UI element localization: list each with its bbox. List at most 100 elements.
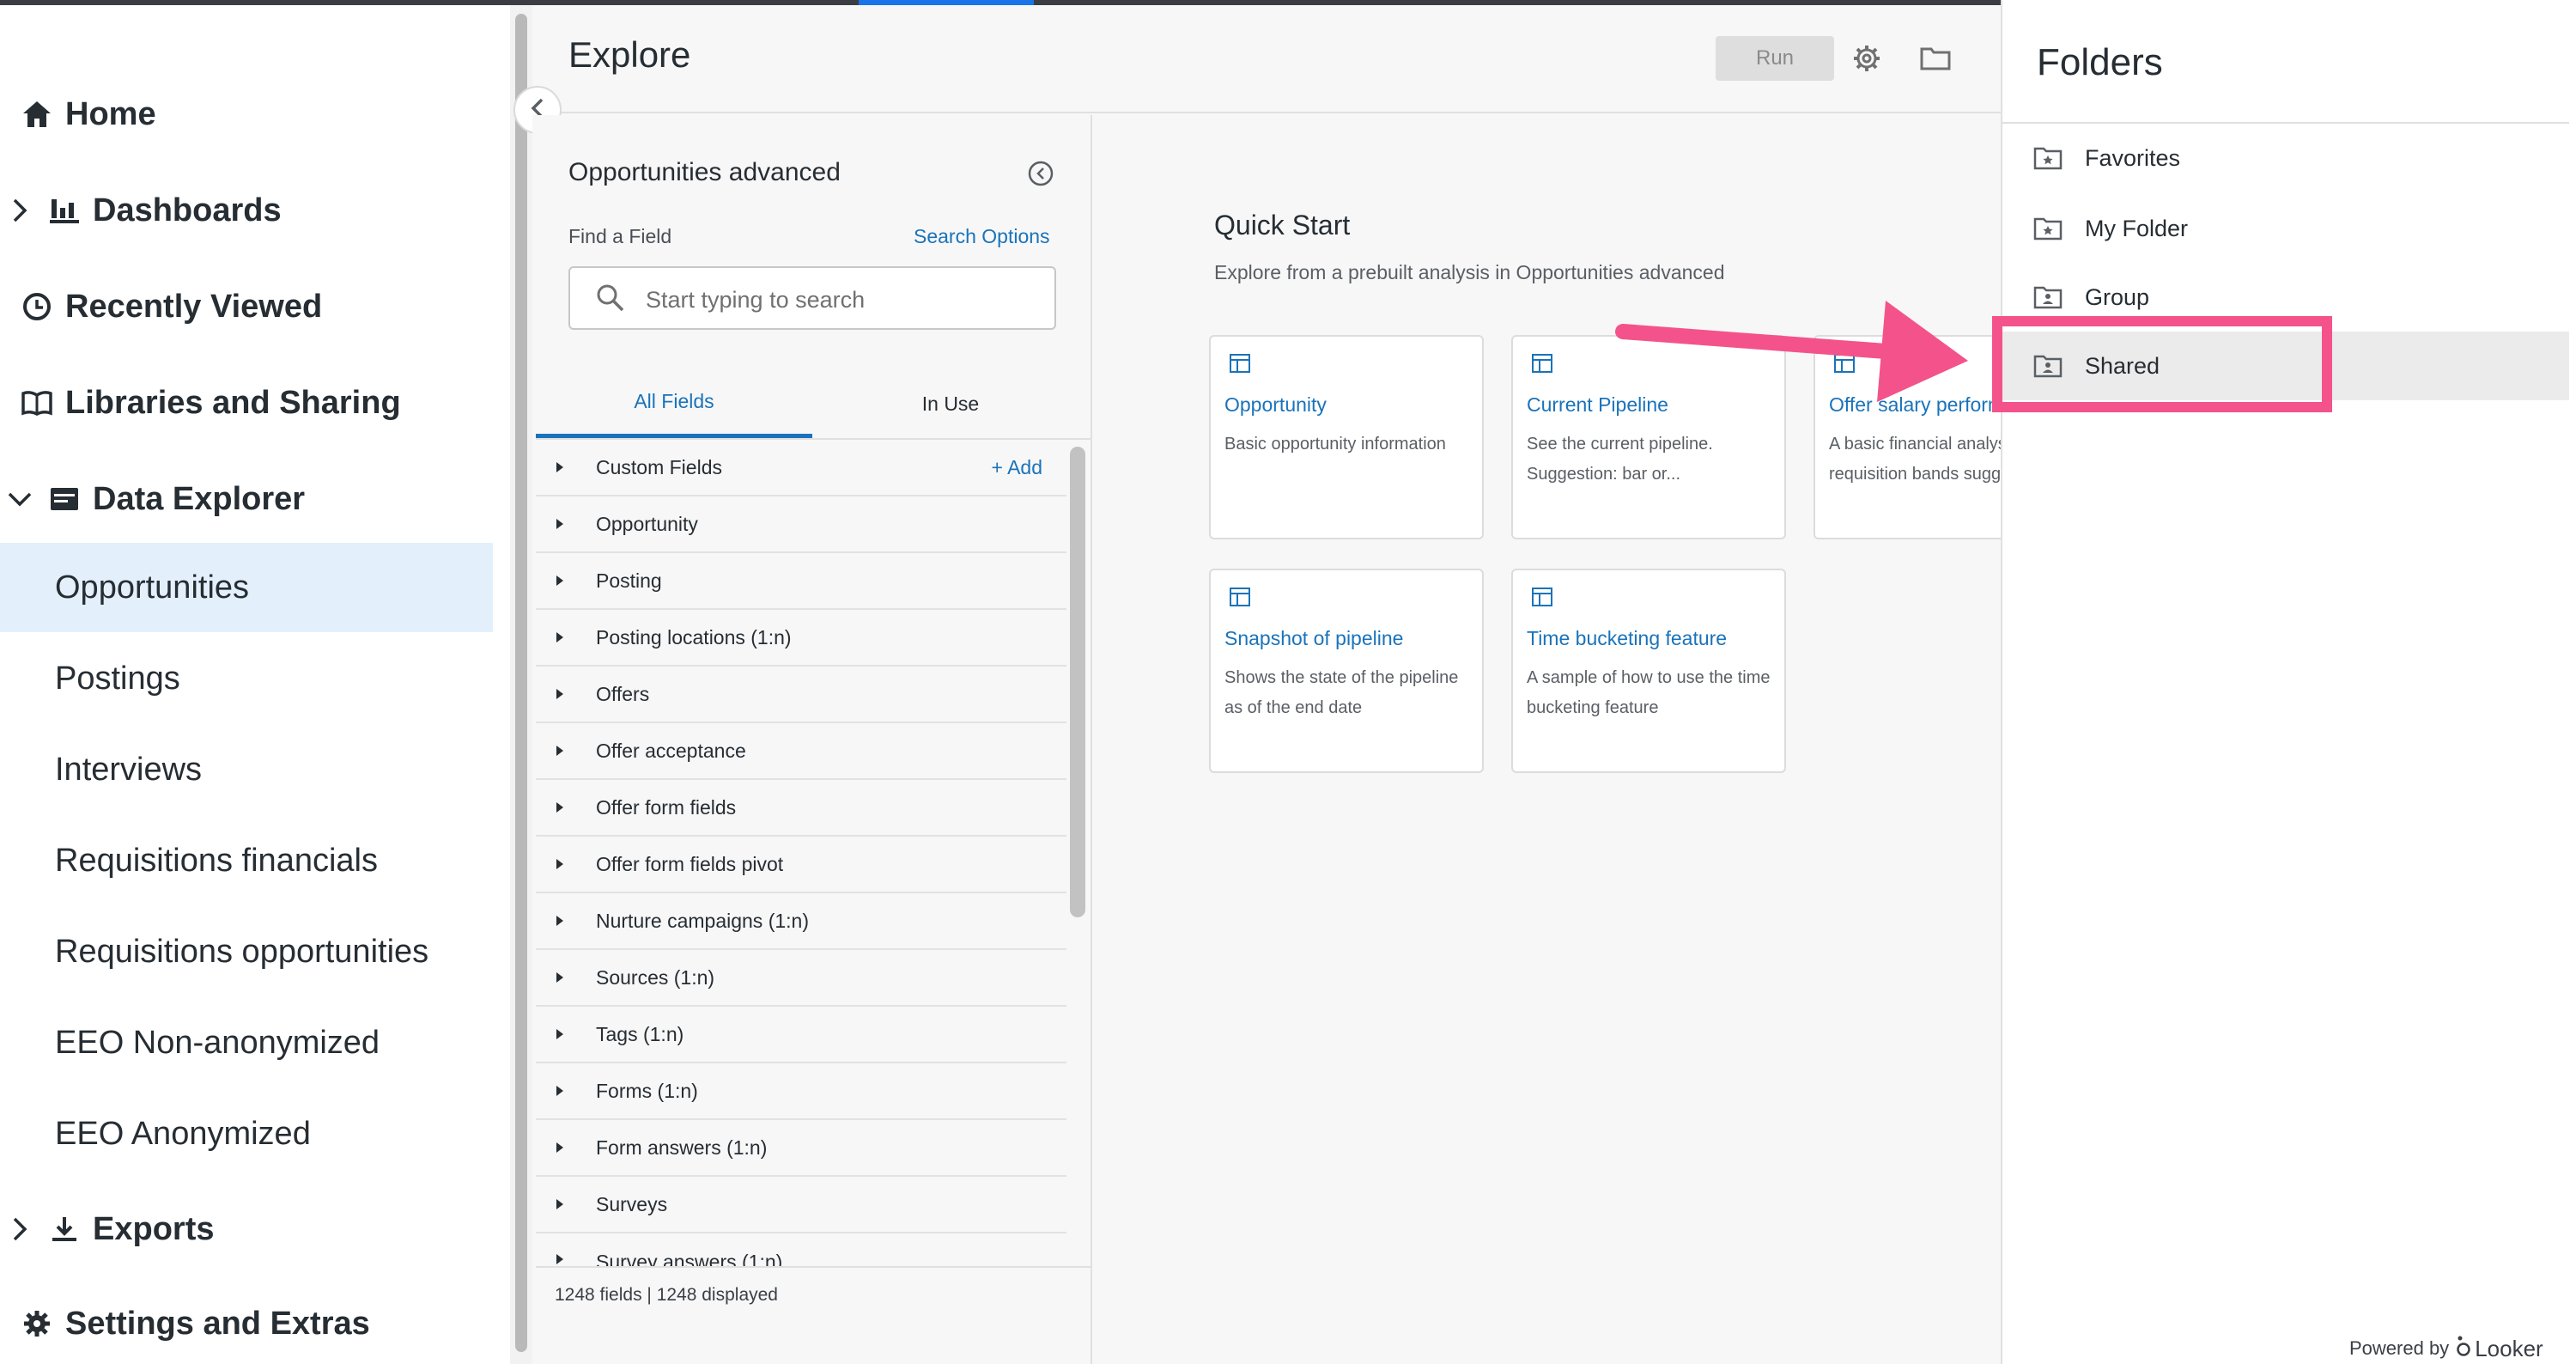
nav-sub-item-label: Interviews — [55, 751, 203, 788]
caret-right-icon — [551, 1199, 568, 1209]
nav-scrollbar-thumb[interactable] — [515, 14, 527, 1352]
field-group-row[interactable]: Offer form fields — [536, 780, 1066, 837]
nav-item-label: Data Explorer — [93, 480, 306, 517]
field-group-label: Forms (1:n) — [596, 1079, 698, 1102]
field-group-row[interactable]: Posting — [536, 553, 1066, 610]
nav-sub-item-opportunities[interactable]: Opportunities — [0, 543, 493, 632]
page-title: Explore — [568, 34, 691, 75]
nav-sub-item-eeo-non-anonymized[interactable]: EEO Non-anonymized — [0, 998, 493, 1087]
field-group-row[interactable]: Tags (1:n) — [536, 1007, 1066, 1063]
field-group-row[interactable]: Posting locations (1:n) — [536, 610, 1066, 667]
card-description: Basic opportunity information — [1224, 435, 1446, 454]
chevron-right-icon[interactable] — [0, 198, 39, 223]
field-group-row[interactable]: Survey answers (1:n) — [536, 1233, 1066, 1266]
chevron-down-icon[interactable] — [0, 490, 39, 508]
download-icon — [45, 1209, 84, 1249]
book-icon — [17, 383, 57, 423]
nav-item-label: Home — [65, 95, 156, 132]
field-group-label: Posting locations (1:n) — [596, 625, 792, 649]
table-icon — [1532, 588, 1552, 611]
nav-sub-item-eeo-anonymized[interactable]: EEO Anonymized — [0, 1089, 493, 1178]
field-group-row[interactable]: Offer acceptance — [536, 723, 1066, 780]
quick-start-title: Quick Start — [1214, 210, 1351, 241]
tab-all-fields[interactable]: All Fields — [536, 369, 812, 438]
field-group-label: Tags (1:n) — [596, 1022, 684, 1045]
field-group-row[interactable]: Nurture campaigns (1:n) — [536, 893, 1066, 950]
field-group-row[interactable]: Sources (1:n) — [536, 950, 1066, 1007]
nav-sub-item-requisitions-financials[interactable]: Requisitions financials — [0, 816, 493, 905]
tab-in-use[interactable]: In Use — [812, 369, 1089, 438]
nav-item-label: Settings and Extras — [65, 1305, 370, 1342]
nav-sub-item-postings[interactable]: Postings — [0, 634, 493, 723]
chevron-right-icon[interactable] — [0, 1216, 39, 1242]
field-group-label: Form answers (1:n) — [596, 1136, 768, 1159]
field-group-label: Offer form fields — [596, 795, 737, 819]
add-custom-field-button[interactable]: + Add — [992, 456, 1042, 479]
quick-start-card[interactable]: Snapshot of pipeline Shows the state of … — [1209, 569, 1484, 773]
folder-item-my-folder[interactable]: My Folder — [2002, 194, 2569, 263]
nav-sub-item-label: Postings — [55, 660, 180, 697]
collapse-picker-icon[interactable] — [1027, 160, 1054, 192]
nav-sub-item-interviews[interactable]: Interviews — [0, 725, 493, 814]
field-group-label: Custom Fields — [596, 455, 722, 478]
field-group-row[interactable]: Offer form fields pivot — [536, 837, 1066, 893]
caret-right-icon — [551, 632, 568, 642]
folder-item-favorites[interactable]: Favorites — [2002, 124, 2569, 192]
nav-item-home[interactable]: Home — [0, 76, 507, 153]
nav-item-exports[interactable]: Exports — [0, 1190, 507, 1268]
folder-label: Favorites — [2085, 144, 2181, 171]
folder-icon[interactable] — [1920, 46, 1951, 75]
home-icon — [17, 94, 57, 134]
caret-right-icon — [551, 1254, 568, 1264]
field-list-scrollbar[interactable] — [1070, 447, 1085, 917]
search-icon — [596, 283, 625, 317]
looker-logo-icon — [2456, 1335, 2471, 1362]
picker-footer-divider — [536, 1266, 1091, 1268]
field-group-row[interactable]: Custom Fields + Add — [536, 440, 1066, 496]
nav-item-recently-viewed[interactable]: Recently Viewed — [0, 268, 507, 345]
caret-right-icon — [551, 689, 568, 699]
caret-right-icon — [551, 462, 568, 472]
field-group-row[interactable]: Forms (1:n) — [536, 1063, 1066, 1120]
nav-sub-item-requisitions-opportunities[interactable]: Requisitions opportunities — [0, 907, 493, 996]
nav-item-data-explorer[interactable]: Data Explorer — [0, 460, 507, 538]
field-group-label: Opportunity — [596, 512, 698, 535]
nav-item-label: Libraries and Sharing — [65, 384, 401, 421]
quick-start-card[interactable]: Opportunity Basic opportunity informatio… — [1209, 335, 1484, 539]
annotation-arrow — [1614, 292, 1975, 417]
field-group-label: Offer form fields pivot — [596, 852, 784, 875]
quick-start-subtitle: Explore from a prebuilt analysis in Oppo… — [1214, 261, 1725, 283]
caret-right-icon — [551, 972, 568, 983]
caret-right-icon — [551, 916, 568, 926]
card-title: Snapshot of pipeline — [1224, 627, 1404, 649]
search-options-link[interactable]: Search Options — [914, 225, 1050, 248]
field-group-row[interactable]: Form answers (1:n) — [536, 1120, 1066, 1177]
caret-right-icon — [551, 859, 568, 869]
star-folder-icon — [2033, 216, 2063, 241]
gear-icon[interactable] — [1851, 43, 1882, 78]
star-folder-icon — [2033, 146, 2063, 170]
nav-item-libraries-and-sharing[interactable]: Libraries and Sharing — [0, 364, 507, 441]
card-description: A basic financial analysis of requisitio… — [1829, 435, 2002, 484]
quick-start-card[interactable]: Time bucketing feature A sample of how t… — [1511, 569, 1786, 773]
nav-item-dashboards[interactable]: Dashboards — [0, 172, 507, 249]
field-group-label: Offer acceptance — [596, 739, 746, 762]
run-button[interactable]: Run — [1716, 36, 1834, 81]
caret-right-icon — [551, 1086, 568, 1096]
field-group-row[interactable]: Surveys — [536, 1177, 1066, 1233]
caret-right-icon — [551, 575, 568, 586]
nav-sub-item-label: EEO Anonymized — [55, 1115, 311, 1152]
field-group-label: Nurture campaigns (1:n) — [596, 909, 809, 932]
gear-icon — [17, 1304, 57, 1343]
nav-item-label: Recently Viewed — [65, 288, 323, 325]
bar-chart-icon — [45, 191, 84, 230]
nav-item-settings-and-extras[interactable]: Settings and Extras — [0, 1285, 507, 1362]
field-group-row[interactable]: Opportunity — [536, 496, 1066, 553]
table-icon — [1532, 354, 1552, 377]
field-group-row[interactable]: Offers — [536, 667, 1066, 723]
left-navigation: Home Dashboards Recently Viewed Librarie… — [0, 5, 507, 1364]
field-group-label: Offers — [596, 682, 650, 705]
field-group-label: Survey answers (1:n) — [596, 1251, 783, 1266]
field-group-label: Sources (1:n) — [596, 965, 715, 989]
nav-item-label: Dashboards — [93, 192, 282, 228]
